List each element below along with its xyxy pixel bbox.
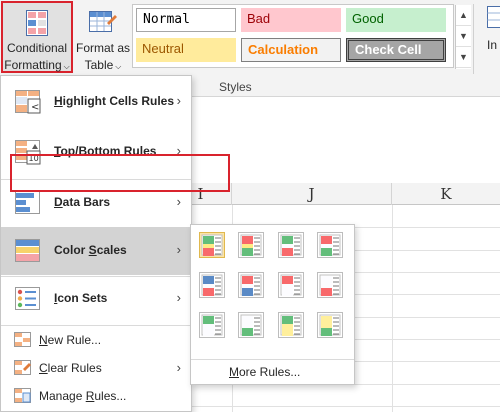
color-scale-option[interactable] — [317, 272, 343, 298]
color-scale-swatch-icon — [280, 274, 302, 296]
icon-sets-icon — [15, 287, 43, 316]
menu-item-top-bottom-rules[interactable]: 10 Top/Bottom Rules › — [1, 128, 191, 176]
menu-item-label: Icon Sets — [54, 291, 108, 305]
menu-item-label: New Rule... — [39, 333, 102, 347]
gallery-expand-icon[interactable]: ▼ — [456, 47, 471, 68]
insert-button[interactable]: In — [482, 6, 500, 52]
submenu-divider — [191, 359, 354, 360]
menu-item-label: Manage Rules... — [39, 389, 127, 403]
color-scale-swatch-icon — [319, 274, 341, 296]
conditional-formatting-label-line2: Formatting ⌵ — [4, 58, 70, 72]
clear-rules-icon — [14, 360, 32, 379]
color-scale-swatch-icon — [240, 234, 262, 256]
color-scale-swatch-icon — [319, 314, 341, 336]
style-normal[interactable]: Normal — [136, 8, 236, 32]
conditional-formatting-icon — [26, 10, 48, 41]
color-scale-swatch-icon — [240, 274, 262, 296]
chevron-down-icon: ⌵ — [115, 62, 122, 71]
menu-item-color-scales[interactable]: Color Scales › — [1, 227, 191, 275]
top-bottom-icon: 10 — [15, 140, 43, 169]
menu-item-manage-rules[interactable]: Manage Rules... — [1, 382, 191, 410]
color-scale-swatch-icon — [201, 274, 223, 296]
color-scale-swatch-icon — [319, 234, 341, 256]
color-scale-option[interactable] — [278, 312, 304, 338]
chevron-right-icon: › — [176, 242, 181, 257]
chevron-right-icon: › — [176, 143, 181, 158]
chevron-right-icon: › — [176, 194, 181, 209]
color-scale-option[interactable] — [317, 312, 343, 338]
gallery-scroll-down-icon[interactable]: ▼ — [456, 26, 471, 47]
style-calculation[interactable]: Calculation — [241, 38, 341, 62]
color-scale-option[interactable] — [199, 232, 225, 258]
svg-text:10: 10 — [29, 154, 39, 163]
cell-styles-gallery: Normal Bad Good Neutral Calculation Chec… — [132, 4, 471, 69]
insert-icon — [487, 6, 500, 31]
color-scale-option[interactable] — [238, 272, 264, 298]
menu-item-new-rule[interactable]: New Rule... — [1, 326, 191, 354]
format-as-table-label-line2: Table ⌵ — [84, 58, 122, 72]
color-scale-option[interactable] — [317, 232, 343, 258]
more-rules-item[interactable]: More Rules... — [229, 365, 300, 379]
color-scale-swatch-icon — [201, 314, 223, 336]
color-scale-option[interactable] — [278, 232, 304, 258]
color-scale-option[interactable] — [238, 312, 264, 338]
menu-item-clear-rules[interactable]: Clear Rules › — [1, 354, 191, 382]
menu-item-label: Clear Rules — [39, 361, 102, 375]
new-rule-icon — [14, 332, 32, 351]
highlight-cells-icon: < — [15, 90, 43, 119]
column-header-k[interactable]: K — [392, 183, 500, 205]
color-scale-option[interactable] — [278, 272, 304, 298]
data-bars-icon — [15, 191, 43, 220]
color-scale-swatch-icon — [240, 314, 262, 336]
manage-rules-icon — [14, 388, 32, 407]
style-bad[interactable]: Bad — [241, 8, 341, 32]
format-table-icon — [89, 9, 117, 40]
format-as-table-button[interactable]: Format as Table ⌵ — [75, 3, 130, 73]
grid-line — [392, 205, 393, 412]
color-scale-option[interactable] — [199, 272, 225, 298]
menu-item-icon-sets[interactable]: Icon Sets › — [1, 275, 191, 323]
chevron-down-icon: ⌵ — [63, 62, 70, 71]
style-good[interactable]: Good — [346, 8, 446, 32]
menu-item-highlight-cells-rules[interactable]: < Highlight Cells Rules › — [1, 78, 191, 126]
svg-text:<: < — [31, 102, 39, 113]
chevron-right-icon: › — [176, 93, 181, 108]
conditional-formatting-label: Conditional — [6, 41, 68, 55]
chevron-right-icon: › — [176, 360, 181, 375]
menu-item-label: Highlight Cells Rules — [54, 94, 175, 108]
gallery-scrollbar: ▲ ▼ ▼ — [455, 5, 471, 69]
menu-item-data-bars[interactable]: Data Bars › — [1, 179, 191, 227]
insert-label: In — [487, 38, 498, 52]
format-as-table-label: Format as — [75, 41, 130, 55]
style-neutral[interactable]: Neutral — [136, 38, 236, 62]
conditional-formatting-menu: < Highlight Cells Rules › 10 Top/Bottom … — [0, 75, 192, 412]
color-scales-icon — [15, 239, 43, 268]
color-scale-swatch-icon — [201, 234, 223, 256]
menu-item-label: Data Bars — [54, 195, 111, 209]
gallery-scroll-up-icon[interactable]: ▲ — [456, 5, 471, 26]
menu-item-label: Top/Bottom Rules — [54, 144, 157, 158]
menu-item-label: Color Scales — [54, 243, 127, 257]
ribbon-divider — [473, 4, 474, 74]
conditional-formatting-button[interactable]: Conditional Formatting ⌵ — [1, 1, 73, 73]
color-scale-swatch-icon — [280, 234, 302, 256]
color-scale-option[interactable] — [199, 312, 225, 338]
column-header-j[interactable]: J — [232, 183, 392, 205]
color-scale-swatch-icon — [280, 314, 302, 336]
color-scales-submenu: More Rules... — [190, 224, 355, 385]
style-check-cell[interactable]: Check Cell — [346, 38, 446, 62]
chevron-right-icon: › — [176, 290, 181, 305]
color-scale-option[interactable] — [238, 232, 264, 258]
styles-group-label: Styles — [219, 80, 252, 94]
